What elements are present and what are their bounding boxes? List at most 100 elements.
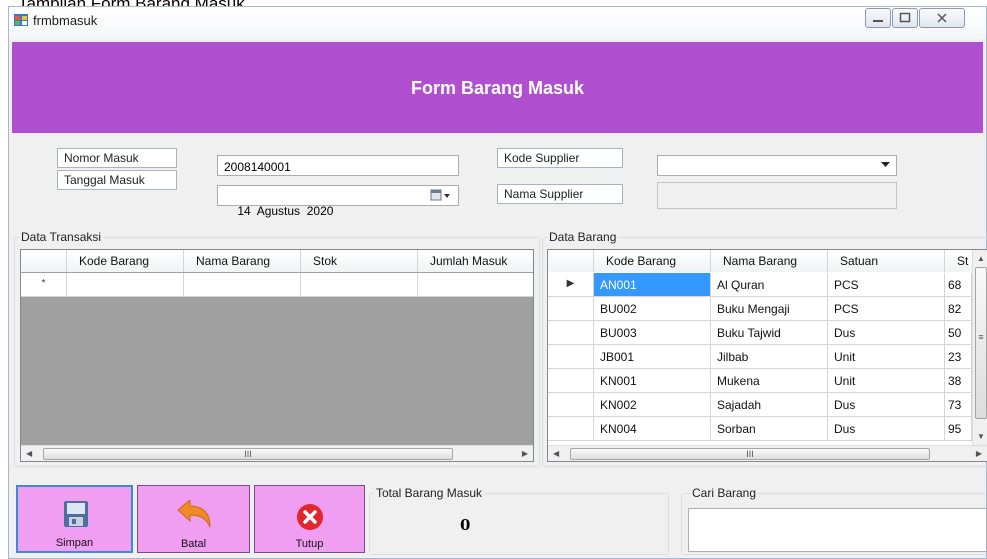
- row-header[interactable]: [548, 369, 594, 393]
- kode-cell[interactable]: AN001: [594, 273, 711, 297]
- maximize-icon: [899, 12, 911, 23]
- transaksi-hscroll-thumb[interactable]: III: [43, 448, 453, 460]
- nama-supplier-field[interactable]: [657, 182, 897, 209]
- app-icon: [14, 14, 28, 26]
- kode-cell[interactable]: BU003: [594, 321, 711, 345]
- scroll-left-arrow-icon[interactable]: ◀: [26, 449, 32, 458]
- nomor-masuk-label: Nomor Masuk: [57, 148, 177, 168]
- title-bar[interactable]: frmbmasuk: [9, 7, 986, 39]
- transaksi-col-nama[interactable]: Nama Barang: [184, 250, 301, 272]
- satuan-cell[interactable]: Unit: [828, 345, 945, 369]
- satuan-cell[interactable]: Unit: [828, 369, 945, 393]
- grid-corner: [21, 250, 67, 272]
- row-header[interactable]: [548, 297, 594, 321]
- nama-cell[interactable]: Sajadah: [711, 393, 828, 417]
- kode-supplier-combobox[interactable]: [657, 155, 897, 176]
- stok-cell[interactable]: 95: [945, 417, 972, 441]
- batal-button[interactable]: Batal: [137, 485, 250, 553]
- kode-cell[interactable]: KN004: [594, 417, 711, 441]
- batal-label: Batal: [180, 538, 207, 550]
- barang-col-satuan[interactable]: Satuan: [828, 250, 945, 272]
- thumb-grip: III: [244, 449, 252, 459]
- row-header[interactable]: [548, 393, 594, 417]
- total-barang-group: Total Barang Masuk 0: [369, 486, 669, 555]
- transaksi-grid[interactable]: Kode Barang Nama Barang Stok Jumlah Masu…: [20, 249, 534, 462]
- nama-cell[interactable]: Sorban: [711, 417, 828, 441]
- current-row-marker[interactable]: ▶: [548, 273, 594, 297]
- stok-cell[interactable]: 38: [945, 369, 972, 393]
- scroll-down-arrow-icon[interactable]: ▼: [977, 432, 985, 441]
- nama-supplier-label: Nama Supplier: [497, 184, 623, 204]
- stok-cell[interactable]: 23: [945, 345, 972, 369]
- app-window: frmbmasuk Form Barang Masuk Nomor Masuk …: [8, 6, 987, 559]
- barang-vscroll-thumb[interactable]: ≡: [975, 267, 987, 419]
- kode-cell[interactable]: KN002: [594, 393, 711, 417]
- barang-row[interactable]: KN004 Sorban Dus 95: [548, 417, 972, 441]
- transaksi-hscrollbar[interactable]: ◀ III ▶: [21, 445, 533, 461]
- nama-cell[interactable]: Mukena: [711, 369, 828, 393]
- scroll-left-arrow-icon[interactable]: ◀: [553, 449, 559, 458]
- barang-col-stok[interactable]: St: [945, 250, 975, 272]
- transaksi-col-stok[interactable]: Stok: [301, 250, 418, 272]
- barang-col-nama[interactable]: Nama Barang: [711, 250, 828, 272]
- barang-row[interactable]: KN001 Mukena Unit 38: [548, 369, 972, 393]
- transaksi-new-row[interactable]: *: [21, 273, 533, 297]
- barang-row[interactable]: BU002 Buku Mengaji PCS 82: [548, 297, 972, 321]
- new-row-stok-cell[interactable]: [301, 273, 418, 297]
- row-header[interactable]: [548, 321, 594, 345]
- scroll-right-arrow-icon[interactable]: ▶: [522, 449, 528, 458]
- barang-vscrollbar[interactable]: ▲ ≡ ▼: [972, 250, 987, 445]
- stok-cell[interactable]: 73: [945, 393, 972, 417]
- transaksi-col-kode[interactable]: Kode Barang: [67, 250, 184, 272]
- row-header[interactable]: [548, 417, 594, 441]
- satuan-cell[interactable]: PCS: [828, 273, 945, 297]
- barang-grid-header: Kode Barang Nama Barang Satuan St: [548, 250, 975, 272]
- satuan-cell[interactable]: Dus: [828, 393, 945, 417]
- new-row-jumlah-cell[interactable]: [418, 273, 533, 297]
- transaksi-grid-header: Kode Barang Nama Barang Stok Jumlah Masu…: [21, 250, 533, 272]
- nama-cell[interactable]: Buku Tajwid: [711, 321, 828, 345]
- close-window-button[interactable]: [919, 8, 965, 28]
- simpan-button[interactable]: Simpan: [16, 485, 133, 553]
- stok-cell[interactable]: 82: [945, 297, 972, 321]
- nomor-masuk-field[interactable]: 2008140001: [217, 155, 459, 176]
- barang-row[interactable]: ▶ AN001 Al Quran PCS 68: [548, 273, 972, 297]
- nama-cell[interactable]: Al Quran: [711, 273, 828, 297]
- cari-barang-group: Cari Barang: [681, 486, 987, 555]
- satuan-cell[interactable]: PCS: [828, 297, 945, 321]
- nama-cell[interactable]: Jilbab: [711, 345, 828, 369]
- dropdown-arrow-icon: [881, 162, 890, 167]
- new-row-nama-cell[interactable]: [184, 273, 301, 297]
- calendar-icon[interactable]: [430, 189, 452, 202]
- tanggal-masuk-datepicker[interactable]: 14 Agustus 2020: [217, 185, 459, 218]
- row-header[interactable]: [548, 345, 594, 369]
- barang-grid[interactable]: Kode Barang Nama Barang Satuan St ▶ AN001…: [547, 249, 987, 462]
- minimize-button[interactable]: [865, 8, 891, 28]
- stok-cell[interactable]: 68: [945, 273, 972, 297]
- tanggal-masuk-label: Tanggal Masuk: [57, 170, 177, 190]
- window-title: frmbmasuk: [33, 13, 98, 28]
- barang-row[interactable]: JB001 Jilbab Unit 23: [548, 345, 972, 369]
- maximize-button[interactable]: [892, 8, 918, 28]
- barang-row[interactable]: BU003 Buku Tajwid Dus 50: [548, 321, 972, 345]
- kode-cell[interactable]: BU002: [594, 297, 711, 321]
- stok-cell[interactable]: 50: [945, 321, 972, 345]
- kode-cell[interactable]: JB001: [594, 345, 711, 369]
- satuan-cell[interactable]: Dus: [828, 417, 945, 441]
- scroll-right-arrow-icon[interactable]: ▶: [976, 449, 982, 458]
- scroll-up-arrow-icon[interactable]: ▲: [977, 254, 985, 263]
- close-icon: [937, 13, 947, 23]
- data-barang-title: Data Barang: [547, 230, 619, 244]
- new-row-kode-cell[interactable]: [67, 273, 184, 297]
- barang-row[interactable]: KN002 Sajadah Dus 73: [548, 393, 972, 417]
- barang-hscroll-thumb[interactable]: III: [570, 448, 930, 460]
- satuan-cell[interactable]: Dus: [828, 321, 945, 345]
- tutup-button[interactable]: Tutup: [254, 485, 365, 553]
- nama-cell[interactable]: Buku Mengaji: [711, 297, 828, 321]
- barang-hscrollbar[interactable]: ◀ III ▶: [548, 445, 987, 461]
- transaksi-col-jumlah[interactable]: Jumlah Masuk: [418, 250, 533, 272]
- cari-barang-input[interactable]: [688, 508, 987, 552]
- kode-cell[interactable]: KN001: [594, 369, 711, 393]
- barang-col-kode[interactable]: Kode Barang: [594, 250, 711, 272]
- vthumb-grip: ≡: [978, 332, 984, 342]
